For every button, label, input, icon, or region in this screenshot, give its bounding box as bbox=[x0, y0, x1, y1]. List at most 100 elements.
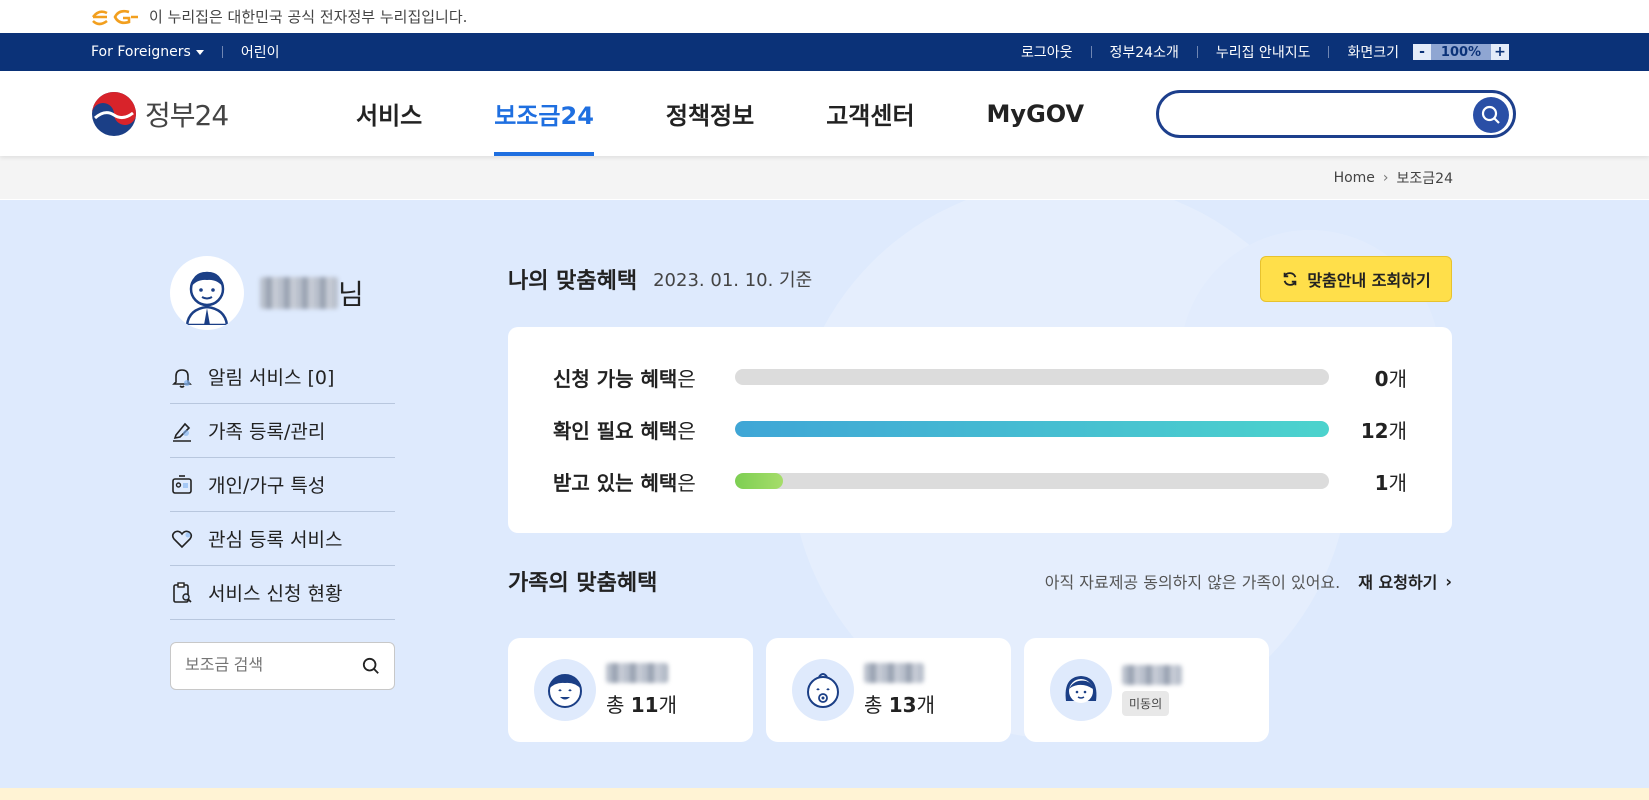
clipboard-search-icon bbox=[173, 581, 192, 603]
benefit-count: 12개 bbox=[1360, 418, 1407, 443]
benefit-row-receiving[interactable]: 받고 있는 혜택은 1개 bbox=[553, 455, 1407, 507]
breadcrumb-home[interactable]: Home bbox=[1334, 170, 1375, 186]
taegeuk-logo-icon bbox=[92, 91, 136, 136]
benefit-row-needs-check[interactable]: 확인 필요 혜택은 12개 bbox=[553, 403, 1407, 455]
global-search bbox=[1156, 90, 1516, 138]
my-benefits-card: 신청 가능 혜택은 0개 확인 필요 혜택은 12개 받고 있는 혜택은 1개 bbox=[508, 327, 1452, 533]
side-menu-interest[interactable]: 관심 등록 서비스 bbox=[170, 512, 395, 566]
benefit-progress-fill bbox=[735, 473, 783, 489]
bell-icon bbox=[172, 368, 192, 388]
eg-logo-icon bbox=[91, 9, 138, 25]
zoom-out-button[interactable]: - bbox=[1413, 44, 1431, 60]
family-member-total: 총 13개 bbox=[864, 692, 936, 717]
heart-icon bbox=[171, 530, 193, 548]
nav-item-subsidy24[interactable]: 보조금24 bbox=[494, 71, 594, 156]
content-area: 님 알림 서비스 [0] 가족 등록/관리 개인/가구 특성 관심 등록 서비스… bbox=[0, 200, 1649, 790]
benefit-row-applicable[interactable]: 신청 가능 혜택은 0개 bbox=[553, 351, 1407, 403]
re-request-link[interactable]: 재 요청하기 › bbox=[1358, 569, 1452, 593]
refresh-benefits-button[interactable]: 맞춤안내 조회하기 bbox=[1260, 256, 1452, 302]
side-menu-label: 알림 서비스 [0] bbox=[208, 367, 335, 389]
utility-bar: For Foreigners 어린이 로그아웃 정부24소개 누리집 안내지도 … bbox=[0, 33, 1649, 71]
logout-link[interactable]: 로그아웃 bbox=[1021, 42, 1073, 62]
search-icon bbox=[1481, 105, 1500, 124]
my-benefits-header: 나의 맞춤혜택 2023. 01. 10. 기준 맞춤안내 조회하기 bbox=[508, 256, 1452, 302]
edit-icon bbox=[173, 422, 191, 442]
benefit-progress-bar bbox=[735, 421, 1329, 437]
nav-item-policy[interactable]: 정책정보 bbox=[666, 71, 754, 156]
gov-banner-text: 이 누리집은 대한민국 공식 전자정부 누리집입니다. bbox=[149, 8, 468, 26]
child-avatar-icon bbox=[534, 659, 596, 721]
global-search-button[interactable] bbox=[1473, 97, 1509, 133]
family-member-info: 총 13개 bbox=[864, 662, 936, 718]
family-member-card[interactable]: 총 13개 bbox=[766, 638, 1011, 742]
benefit-count: 0개 bbox=[1374, 366, 1407, 391]
benefit-progress-bar bbox=[735, 473, 1329, 489]
divider bbox=[1196, 46, 1198, 58]
side-menu-label: 서비스 신청 현황 bbox=[208, 583, 343, 605]
search-icon[interactable] bbox=[362, 657, 380, 675]
kids-link[interactable]: 어린이 bbox=[241, 42, 280, 62]
chevron-right-icon: › bbox=[1445, 571, 1452, 591]
side-menu-application-status[interactable]: 서비스 신청 현황 bbox=[170, 566, 395, 620]
breadcrumb-current: 보조금24 bbox=[1396, 170, 1453, 187]
side-menu-notification[interactable]: 알림 서비스 [0] bbox=[170, 350, 395, 404]
sitemap-link[interactable]: 누리집 안내지도 bbox=[1216, 42, 1311, 62]
divider bbox=[1328, 46, 1330, 58]
user-profile: 님 bbox=[170, 256, 395, 330]
masked-name bbox=[260, 277, 338, 309]
family-member-total: 총 11개 bbox=[606, 692, 678, 717]
family-member-info: 총 11개 bbox=[606, 662, 678, 718]
chevron-right-icon: › bbox=[1382, 169, 1389, 186]
side-menu: 알림 서비스 [0] 가족 등록/관리 개인/가구 특성 관심 등록 서비스 서… bbox=[170, 350, 395, 620]
gov24-logo[interactable]: 정부24 bbox=[91, 91, 261, 137]
benefit-label: 받고 있는 혜택은 bbox=[553, 470, 696, 495]
benefit-label: 신청 가능 혜택은 bbox=[553, 366, 696, 391]
refresh-icon bbox=[1284, 272, 1297, 286]
side-menu-household[interactable]: 개인/가구 특성 bbox=[170, 458, 395, 512]
family-benefits-header: 가족의 맞춤혜택 아직 자료제공 동의하지 않은 가족이 있어요. 재 요청하기… bbox=[508, 561, 1452, 601]
logo-text: 정부24 bbox=[145, 98, 229, 132]
man-avatar-icon bbox=[185, 271, 229, 325]
user-name: 님 bbox=[260, 273, 364, 313]
side-menu-label: 개인/가구 특성 bbox=[208, 475, 326, 497]
sidebar: 님 알림 서비스 [0] 가족 등록/관리 개인/가구 특성 관심 등록 서비스… bbox=[170, 256, 395, 690]
avatar bbox=[170, 256, 244, 330]
side-menu-family[interactable]: 가족 등록/관리 bbox=[170, 404, 395, 458]
divider bbox=[1090, 46, 1092, 58]
family-member-card[interactable]: 미동의 bbox=[1024, 638, 1269, 742]
my-benefits-title: 나의 맞춤혜택 bbox=[508, 269, 638, 294]
id-card-icon bbox=[172, 474, 192, 494]
masked-name bbox=[1122, 664, 1182, 685]
side-menu-label: 가족 등록/관리 bbox=[208, 421, 326, 443]
subsidy-search-input[interactable] bbox=[185, 657, 355, 675]
not-consented-badge: 미동의 bbox=[1122, 690, 1170, 716]
family-consent-note: 아직 자료제공 동의하지 않은 가족이 있어요. bbox=[1044, 573, 1341, 592]
divider bbox=[221, 46, 223, 58]
benefit-progress-fill bbox=[735, 421, 1329, 437]
benefit-label: 확인 필요 혜택은 bbox=[553, 418, 696, 443]
masked-name bbox=[606, 662, 668, 683]
zoom-in-button[interactable]: + bbox=[1491, 44, 1509, 60]
nav-item-service[interactable]: 서비스 bbox=[356, 71, 422, 156]
nav-item-mygov[interactable]: MyGOV bbox=[987, 71, 1085, 156]
caret-down-icon bbox=[195, 49, 204, 55]
screen-size-label: 화면크기 bbox=[1347, 45, 1399, 61]
about-gov24-link[interactable]: 정부24소개 bbox=[1110, 42, 1179, 62]
main-nav: 정부24 서비스 보조금24 정책정보 고객센터 MyGOV bbox=[0, 71, 1649, 156]
masked-name bbox=[864, 662, 924, 683]
zoom-control: - 100% + bbox=[1413, 44, 1509, 60]
woman-avatar-icon bbox=[1050, 659, 1112, 721]
global-search-input[interactable] bbox=[1177, 93, 1477, 133]
nav-menu: 서비스 보조금24 정책정보 고객센터 MyGOV bbox=[356, 71, 1156, 156]
footer-strip bbox=[0, 788, 1649, 800]
for-foreigners-link[interactable]: For Foreigners bbox=[91, 44, 204, 60]
gov-banner: 이 누리집은 대한민국 공식 전자정부 누리집입니다. bbox=[0, 0, 1649, 33]
family-benefits-title: 가족의 맞춤혜택 bbox=[508, 571, 658, 596]
zoom-value: 100% bbox=[1431, 44, 1491, 60]
side-menu-label: 관심 등록 서비스 bbox=[208, 529, 343, 551]
breadcrumb: Home › 보조금24 bbox=[0, 156, 1649, 199]
nav-item-customer-center[interactable]: 고객센터 bbox=[826, 71, 914, 156]
benefit-progress-bar bbox=[735, 369, 1329, 385]
family-member-card[interactable]: 총 11개 bbox=[508, 638, 753, 742]
benefit-count: 1개 bbox=[1374, 470, 1407, 495]
